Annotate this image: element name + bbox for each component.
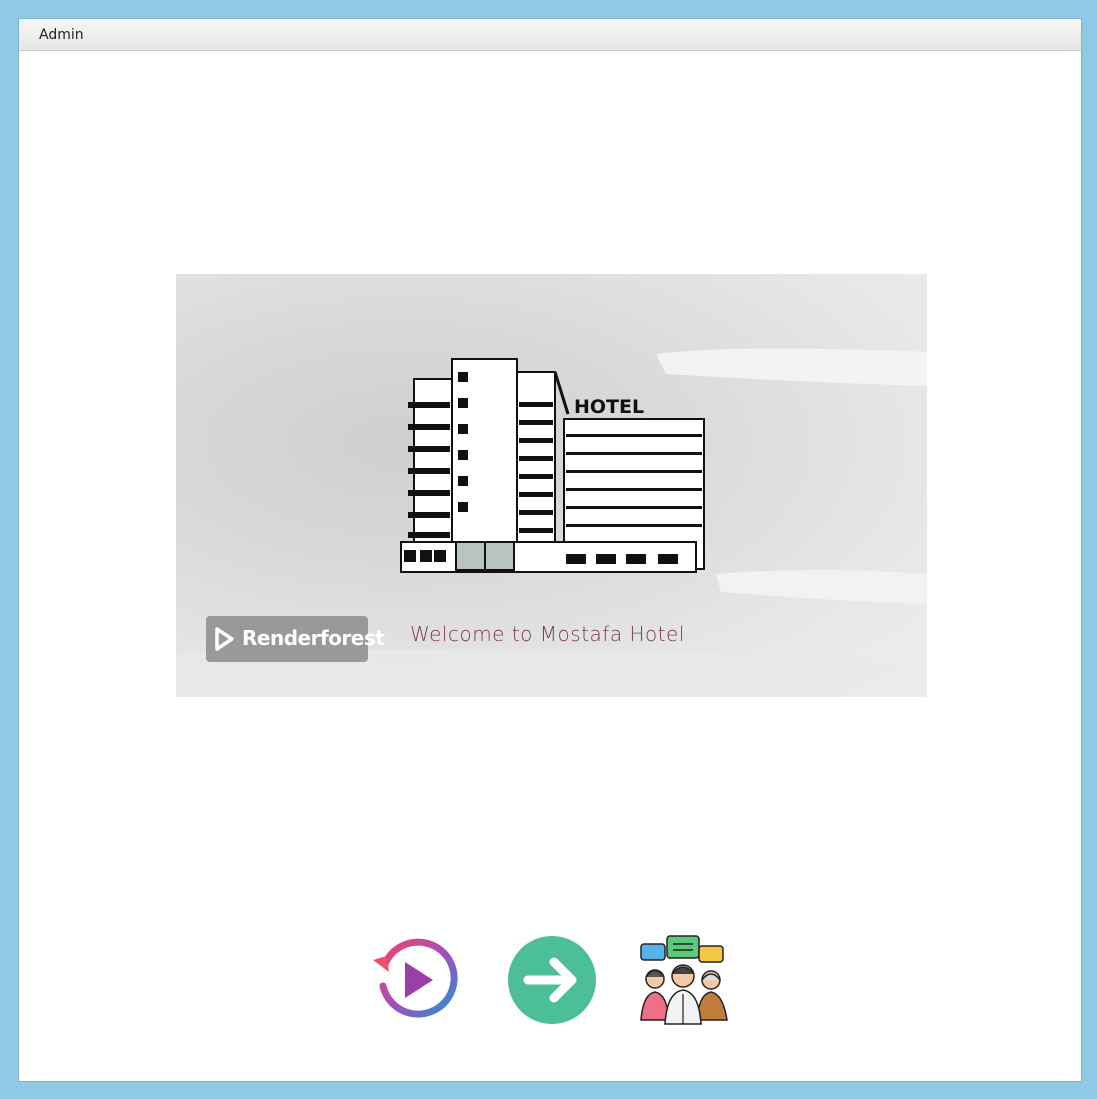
welcome-text: Welcome to Mostafa Hotel — [410, 622, 685, 646]
play-logo-icon — [215, 627, 234, 651]
intro-video[interactable]: HOTEL Renderforest Welcome to Mostafa Ho… — [176, 274, 927, 697]
menubar: Admin — [19, 19, 1081, 51]
menu-admin[interactable]: Admin — [27, 23, 96, 47]
app-window: Admin HOTEL Renderforest Welcome to Most… — [18, 18, 1082, 1082]
people-chat-icon — [640, 935, 728, 1025]
replay-icon — [373, 938, 458, 1018]
renderforest-watermark: Renderforest — [206, 616, 385, 662]
next-button[interactable] — [506, 934, 598, 1026]
hotel-sign: HOTEL — [574, 396, 645, 418]
community-button[interactable] — [639, 934, 731, 1026]
arrow-right-icon — [508, 936, 596, 1024]
replay-button[interactable] — [371, 934, 463, 1026]
watermark-text: Renderforest — [242, 626, 385, 650]
